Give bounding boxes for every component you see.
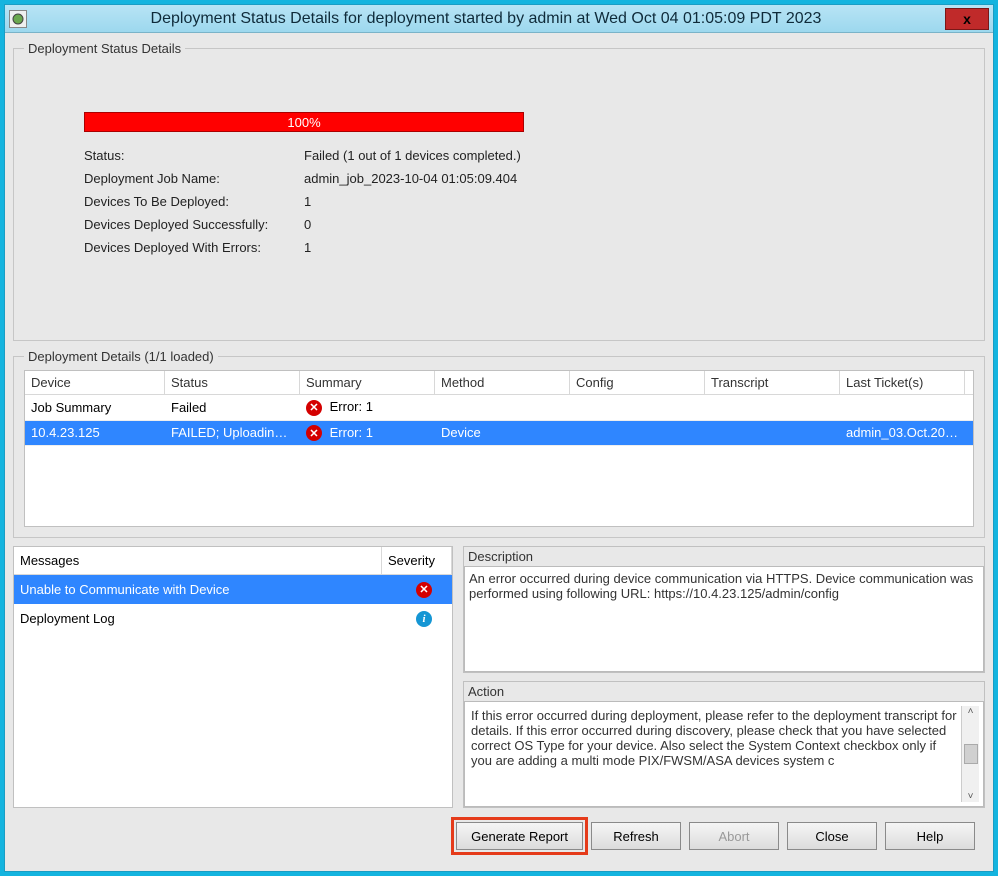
help-button[interactable]: Help	[885, 822, 975, 850]
abort-button: Abort	[689, 822, 779, 850]
description-text[interactable]: An error occurred during device communic…	[464, 566, 984, 672]
cell-status: Failed	[165, 396, 300, 419]
cell-summary: ✕ Error: 1	[300, 395, 435, 420]
cell-summary: ✕ Error: 1	[300, 421, 435, 446]
close-button[interactable]: Close	[787, 822, 877, 850]
progress-bar: 100%	[84, 112, 524, 132]
col-summary[interactable]: Summary	[300, 371, 435, 394]
close-icon: x	[963, 11, 971, 27]
status-group: Deployment Status Details 100% Status: F…	[13, 41, 985, 341]
cell-method	[435, 403, 570, 411]
table-row[interactable]: Job Summary Failed ✕ Error: 1	[25, 395, 973, 421]
severity-cell: ✕	[406, 581, 446, 598]
cell-transcript	[705, 429, 840, 437]
col-config[interactable]: Config	[570, 371, 705, 394]
message-row[interactable]: Deployment Log i	[14, 604, 452, 633]
cell-config	[570, 403, 705, 411]
cell-ticket	[840, 403, 965, 411]
col-ticket[interactable]: Last Ticket(s)	[840, 371, 965, 394]
col-transcript[interactable]: Transcript	[705, 371, 840, 394]
action-text[interactable]: If this error occurred during deployment…	[469, 706, 961, 802]
details-legend: Deployment Details (1/1 loaded)	[24, 349, 218, 364]
progress-text: 100%	[287, 115, 320, 130]
severity-cell: i	[406, 610, 446, 627]
table-row[interactable]: 10.4.23.125 FAILED; Uploading ... ✕ Erro…	[25, 421, 973, 447]
success-val: 0	[304, 217, 311, 232]
col-messages[interactable]: Messages	[14, 547, 382, 574]
cell-device: Job Summary	[25, 396, 165, 419]
jobname-key: Deployment Job Name:	[84, 171, 304, 186]
app-icon	[9, 10, 27, 28]
description-label: Description	[464, 547, 984, 566]
error-icon: ✕	[306, 425, 322, 441]
close-window-button[interactable]: x	[945, 8, 989, 30]
cell-device: 10.4.23.125	[25, 421, 165, 444]
generate-report-button[interactable]: Generate Report	[456, 822, 583, 850]
errors-key: Devices Deployed With Errors:	[84, 240, 304, 255]
errors-val: 1	[304, 240, 311, 255]
message-text: Deployment Log	[20, 611, 406, 626]
table-header-row: Device Status Summary Method Config Tran…	[25, 371, 973, 395]
cell-status: FAILED; Uploading ...	[165, 421, 300, 444]
details-group: Deployment Details (1/1 loaded) Device S…	[13, 349, 985, 538]
col-device[interactable]: Device	[25, 371, 165, 394]
scroll-up-icon[interactable]: ˄	[968, 706, 974, 717]
tobedeployed-key: Devices To Be Deployed:	[84, 194, 304, 209]
refresh-button[interactable]: Refresh	[591, 822, 681, 850]
message-row[interactable]: Unable to Communicate with Device ✕	[14, 575, 452, 604]
scroll-thumb[interactable]	[964, 744, 978, 764]
messages-table: Messages Severity Unable to Communicate …	[13, 546, 453, 808]
status-val: Failed (1 out of 1 devices completed.)	[304, 148, 521, 163]
success-key: Devices Deployed Successfully:	[84, 217, 304, 232]
cell-config	[570, 429, 705, 437]
scrollbar[interactable]: ˄ ˅	[961, 706, 979, 802]
button-row: Generate Report Refresh Abort Close Help	[13, 816, 985, 854]
error-icon: ✕	[306, 400, 322, 416]
jobname-val: admin_job_2023-10-04 01:05:09.404	[304, 171, 517, 186]
window-title: Deployment Status Details for deployment…	[33, 10, 939, 28]
status-legend: Deployment Status Details	[24, 41, 185, 56]
error-icon: ✕	[416, 582, 432, 598]
info-icon: i	[416, 611, 432, 627]
tobedeployed-val: 1	[304, 194, 311, 209]
status-key: Status:	[84, 148, 304, 163]
cell-method: Device	[435, 421, 570, 444]
message-text: Unable to Communicate with Device	[20, 582, 406, 597]
cell-ticket: admin_03.Oct.2023_2	[840, 421, 965, 444]
action-panel: Action If this error occurred during dep…	[463, 681, 985, 808]
col-method[interactable]: Method	[435, 371, 570, 394]
details-table: Device Status Summary Method Config Tran…	[24, 370, 974, 527]
description-panel: Description An error occurred during dev…	[463, 546, 985, 673]
action-label: Action	[464, 682, 984, 701]
col-status[interactable]: Status	[165, 371, 300, 394]
col-severity[interactable]: Severity	[382, 547, 452, 574]
scroll-down-icon[interactable]: ˅	[968, 791, 974, 802]
cell-transcript	[705, 403, 840, 411]
